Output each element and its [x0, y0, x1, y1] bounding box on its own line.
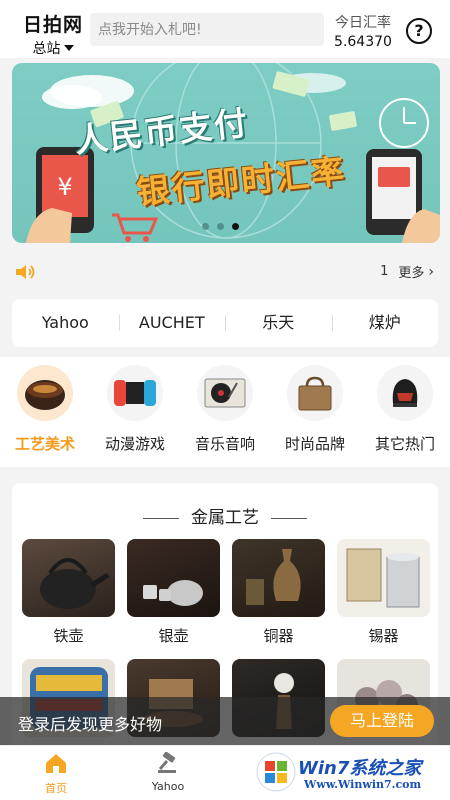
nav-label: Yahoo — [151, 780, 185, 793]
site-selector[interactable]: 日拍网 总站 — [18, 10, 88, 58]
notice-row: 1 更多 › — [0, 253, 450, 289]
subcategory-item-silver-kettle[interactable]: 银壶 — [127, 539, 220, 645]
watermark-title: Win7系统之家 — [298, 758, 422, 779]
site-tab-auchet[interactable]: AUCHET — [118, 299, 226, 347]
subcategory-item-iron-kettle[interactable]: 铁壶 — [22, 539, 115, 645]
notice-more[interactable]: 1 更多 › — [380, 262, 434, 282]
nav-item-home[interactable]: 首页 — [0, 746, 112, 800]
station-label: 总站 — [32, 41, 61, 57]
turntable-icon — [197, 365, 253, 421]
panel-title: 金属工艺 — [12, 503, 438, 528]
watermark-url: Www.Winwin7.com — [304, 778, 422, 791]
help-icon[interactable]: ? — [406, 18, 432, 44]
site-tab-rakuten[interactable]: 乐天 — [225, 299, 332, 347]
lacquer-bowl-icon — [17, 365, 73, 421]
category-other-hot[interactable]: 其它热门 — [360, 357, 450, 467]
search-box[interactable] — [90, 13, 324, 46]
silver-teapot-image — [127, 539, 220, 617]
carousel-dot[interactable] — [217, 223, 224, 230]
category-bar: 工艺美术 动漫游戏 音乐音响 时尚品牌 其它热门 — [0, 357, 450, 467]
subcategory-label: 铁壶 — [53, 627, 84, 645]
tin-cup-image — [337, 539, 430, 617]
login-prompt-text: 登录后发现更多好物 — [18, 715, 163, 734]
carousel-dot-active[interactable] — [232, 223, 239, 230]
iron-kettle-image — [22, 539, 115, 617]
exchange-rate[interactable]: 今日汇率 5.64370 — [330, 12, 396, 50]
panel-title-text: 金属工艺 — [191, 508, 259, 528]
watermark: Win7系统之家 Www.Winwin7.com — [254, 748, 448, 798]
svg-text:¥: ¥ — [57, 173, 72, 201]
nav-item-yahoo[interactable]: Yahoo — [112, 746, 224, 800]
more-link: 更多 — [398, 266, 425, 281]
subcategory-label: 锡器 — [368, 627, 399, 645]
category-fashion-brands[interactable]: 时尚品牌 — [270, 357, 360, 467]
bronze-vase-image — [232, 539, 325, 617]
exchange-rate-label: 今日汇率 — [335, 15, 391, 31]
login-button[interactable]: 马上登陆 — [330, 705, 434, 737]
gavel-icon — [158, 751, 176, 773]
carousel-dots — [202, 223, 239, 230]
speaker-icon — [16, 265, 35, 279]
chevron-right-icon: › — [428, 263, 434, 280]
category-crafts[interactable]: 工艺美术 — [0, 357, 90, 467]
search-input[interactable] — [90, 13, 324, 46]
promo-banner[interactable]: ¥ 人民币支付 银行即时汇率 — [12, 63, 440, 243]
auction-site-tabs: Yahoo AUCHET 乐天 煤炉 — [12, 299, 438, 347]
subcategory-label: 银壶 — [158, 627, 189, 645]
game-console-icon — [107, 365, 163, 421]
subcategory-item-tin[interactable]: 锡器 — [337, 539, 430, 645]
category-music-audio[interactable]: 音乐音响 — [180, 357, 270, 467]
login-prompt-bar: 登录后发现更多好物 马上登陆 — [0, 697, 450, 745]
carousel-dot[interactable] — [202, 223, 209, 230]
category-label: 工艺美术 — [14, 435, 75, 453]
category-label: 动漫游戏 — [104, 435, 165, 453]
category-label: 音乐音响 — [194, 435, 255, 453]
home-icon — [46, 754, 66, 773]
site-tab-yahoo[interactable]: Yahoo — [12, 299, 119, 347]
handbag-icon — [287, 365, 343, 421]
subcategory-label: 铜器 — [263, 627, 294, 645]
nav-label: 首页 — [45, 782, 67, 795]
helmet-icon — [377, 365, 433, 421]
windows-logo-icon — [256, 752, 296, 792]
category-anime-games[interactable]: 动漫游戏 — [90, 357, 180, 467]
category-label: 其它热门 — [374, 435, 435, 453]
site-tab-mercari[interactable]: 煤炉 — [331, 299, 439, 347]
caret-down-icon — [63, 45, 74, 51]
subcategory-item-bronze[interactable]: 铜器 — [232, 539, 325, 645]
brand-title: 日拍网 — [22, 14, 83, 36]
exchange-rate-value: 5.64370 — [334, 34, 392, 50]
top-header: 日拍网 总站 今日汇率 5.64370 ? — [0, 0, 450, 58]
notice-count: 1 — [380, 264, 389, 279]
station-switcher: 总站 — [18, 38, 88, 58]
category-label: 时尚品牌 — [284, 435, 345, 453]
